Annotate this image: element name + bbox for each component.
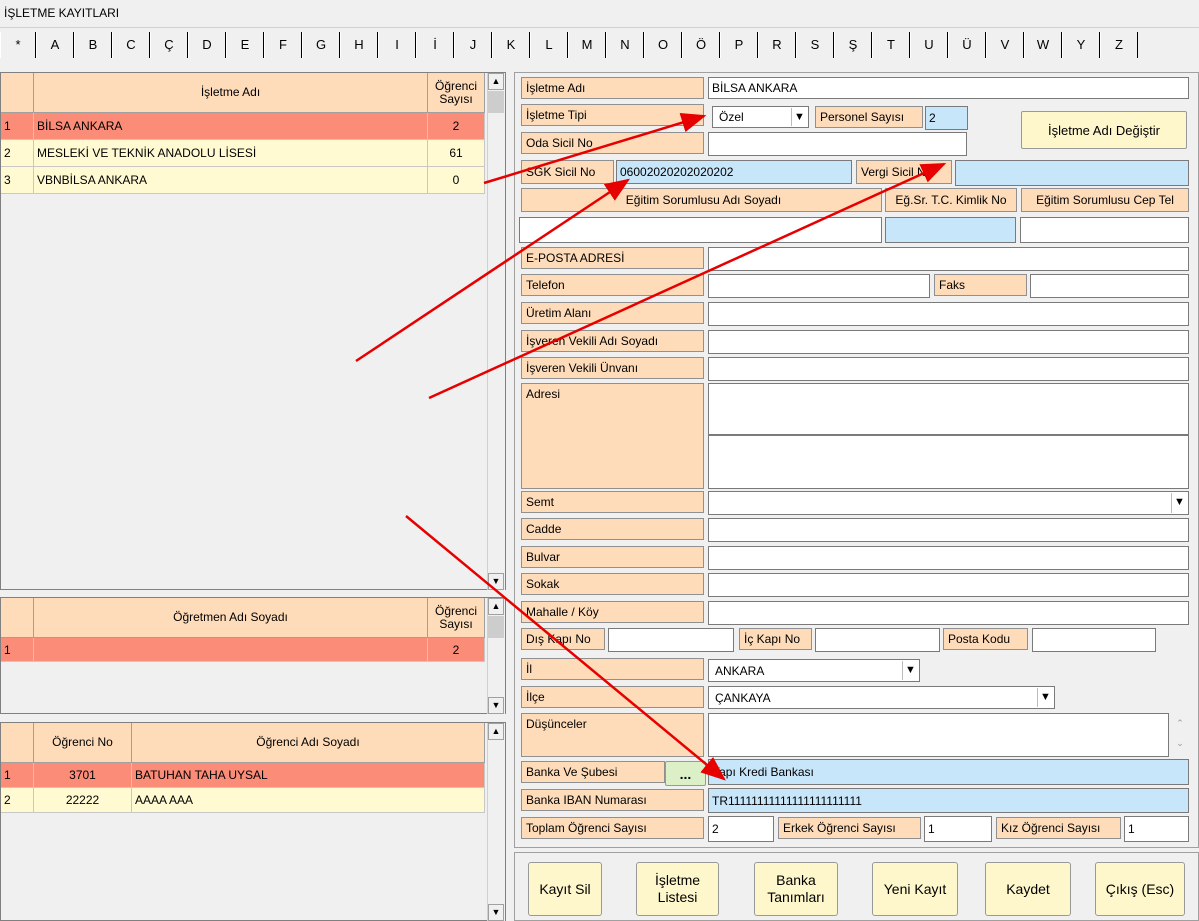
annotation-arrows — [355, 112, 947, 781]
arrow-line — [355, 178, 631, 363]
arrow-line — [428, 162, 947, 400]
arrow-line — [405, 515, 726, 781]
arrow-line — [483, 112, 707, 185]
